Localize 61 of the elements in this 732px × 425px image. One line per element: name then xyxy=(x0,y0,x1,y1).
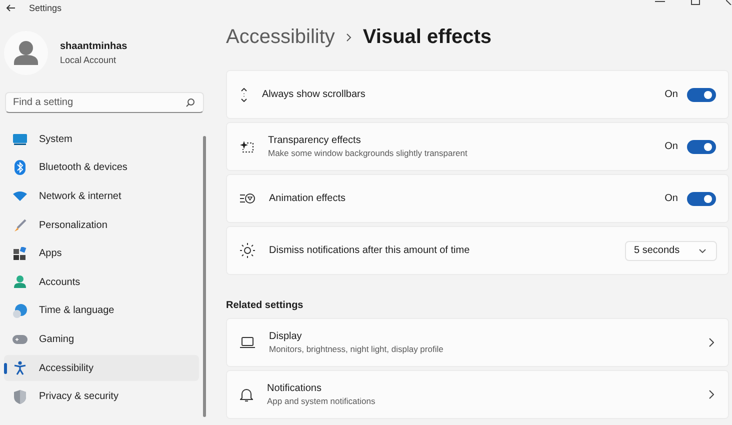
page-title: Visual effects xyxy=(362,26,492,48)
sidebar-item[interactable]: Time & language xyxy=(4,298,199,324)
window-title: Settings xyxy=(29,3,62,13)
bluetooth-icon xyxy=(12,160,28,176)
scroll-arrows-icon xyxy=(240,88,248,102)
sidebar-item[interactable]: Accessibility xyxy=(4,354,199,382)
search-field[interactable]: Find a setting xyxy=(5,92,204,113)
user-name: shaantminhas xyxy=(60,41,128,52)
setting-title: Always show scrollbars xyxy=(262,89,366,100)
chevron-right-icon xyxy=(709,338,714,347)
setting-title: Dismiss notifications after this amount of time xyxy=(269,245,471,256)
link-description: Monitors, brightness, night light, display profile xyxy=(269,344,444,354)
search-icon xyxy=(186,98,195,107)
gamepad-icon xyxy=(12,334,28,344)
section-heading: Related settings xyxy=(226,300,304,311)
sidebar-item[interactable]: System xyxy=(4,126,199,153)
sidebar-item[interactable]: Privacy & security xyxy=(4,383,199,410)
link-description: App and system notifications xyxy=(267,396,376,406)
shield-icon xyxy=(12,390,28,404)
chevron-down-icon xyxy=(699,248,706,252)
sidebar-item[interactable]: Accounts xyxy=(4,268,199,296)
chevron-icon xyxy=(346,32,352,42)
dropdown[interactable]: 5 seconds xyxy=(625,240,717,260)
toggle-state-label: On xyxy=(664,89,678,100)
toggle-state-label: On xyxy=(664,141,678,152)
toggle-switch[interactable] xyxy=(687,88,716,102)
toggle-switch[interactable] xyxy=(687,192,716,206)
close-icon[interactable] xyxy=(726,0,732,5)
maximize-icon[interactable] xyxy=(691,0,700,5)
apps-icon xyxy=(12,247,28,260)
sun-icon xyxy=(240,243,255,258)
setting-title: Transparency effects xyxy=(268,135,362,146)
scrollbar[interactable] xyxy=(203,136,206,417)
wifi-icon xyxy=(12,191,28,202)
sidebar-item[interactable]: Network & internet xyxy=(4,183,199,210)
sidebar-item[interactable]: Apps xyxy=(4,240,199,267)
laptop-icon xyxy=(240,337,255,348)
brush-icon xyxy=(12,218,28,232)
toggle-state-label: On xyxy=(664,193,678,204)
minimize-icon[interactable] xyxy=(655,0,665,4)
accessibility-icon xyxy=(12,361,28,376)
avatar-icon xyxy=(4,31,48,75)
animation-icon xyxy=(240,193,255,204)
sidebar-item[interactable]: Gaming xyxy=(4,326,199,353)
chevron-right-icon xyxy=(709,390,714,399)
link-title: Notifications xyxy=(267,383,322,394)
link-title: Display xyxy=(269,331,303,342)
back-arrow-icon[interactable] xyxy=(6,4,16,12)
breadcrumb-link[interactable]: Accessibility xyxy=(226,26,335,48)
sidebar-item[interactable]: Personalization xyxy=(4,212,199,238)
setting-description: Make some window backgrounds slightly transparent xyxy=(268,148,468,158)
settings-link-card[interactable]: Display Monitors, brightness, night light, display profile xyxy=(226,318,729,367)
toggle-switch[interactable] xyxy=(687,140,716,154)
settings-link-card[interactable]: Notifications App and system notifications xyxy=(226,370,729,419)
bell-icon xyxy=(240,388,253,402)
setting-title: Animation effects xyxy=(269,193,347,204)
sidebar-item[interactable]: Bluetooth & devices xyxy=(4,154,199,182)
sparkle-frame-icon xyxy=(240,140,254,152)
account-type: Local Account xyxy=(60,55,118,65)
person-icon xyxy=(12,275,28,290)
monitor-icon xyxy=(12,134,28,145)
